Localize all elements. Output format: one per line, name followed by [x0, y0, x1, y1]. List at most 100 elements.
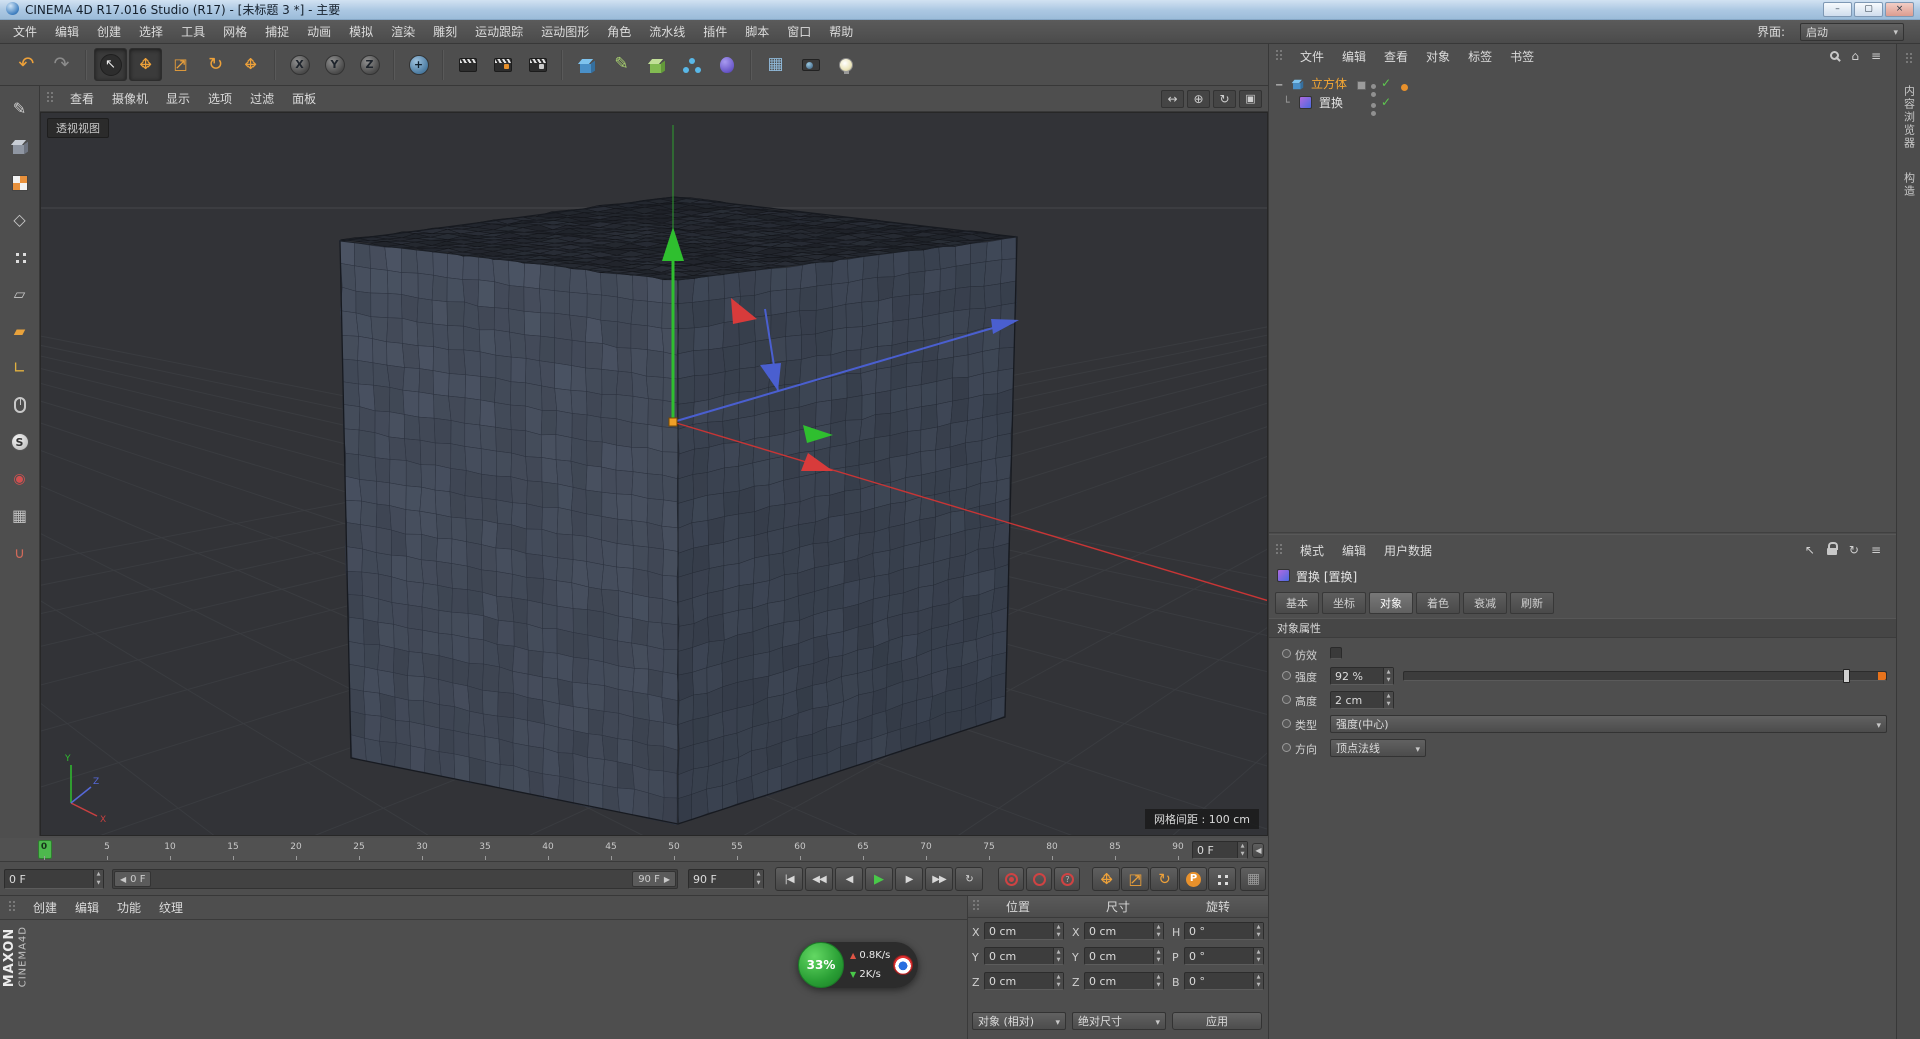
- viewport-menu-4[interactable]: 过滤: [241, 87, 283, 110]
- om-menu-3[interactable]: 对象: [1417, 45, 1459, 68]
- coord-field-0-2[interactable]: 0 cm▲▼: [984, 972, 1064, 990]
- record-options-button[interactable]: ?: [1054, 867, 1080, 891]
- magnet-button[interactable]: ∪: [5, 538, 35, 568]
- solo-button[interactable]: ◉: [5, 464, 35, 494]
- rotate-view-button[interactable]: ↻: [1213, 90, 1236, 108]
- subdivision-surface-button[interactable]: [640, 48, 673, 81]
- om-menu-5[interactable]: 书签: [1501, 45, 1543, 68]
- coord-field-2-1[interactable]: 0 °▲▼: [1184, 947, 1264, 965]
- main-menu-3[interactable]: 选择: [130, 20, 172, 43]
- dock-tab-1[interactable]: 构造: [1901, 168, 1917, 202]
- attr-tab-3[interactable]: 着色: [1416, 592, 1460, 614]
- anim-dot[interactable]: [1282, 743, 1291, 752]
- coord-field-1-0[interactable]: 0 cm▲▼: [1084, 922, 1164, 940]
- array-object-button[interactable]: [675, 48, 708, 81]
- stepper[interactable]: ▲▼: [1383, 668, 1393, 684]
- height-field[interactable]: 2 cm ▲▼: [1330, 691, 1394, 709]
- current-frame-field[interactable]: 0 F ▲▼: [4, 869, 104, 889]
- home-button[interactable]: ⌂: [1851, 49, 1859, 63]
- goto-start-button[interactable]: |◀: [775, 867, 803, 891]
- stepper[interactable]: ▲▼: [1053, 948, 1063, 964]
- panel-menu-button[interactable]: ≡: [1871, 543, 1881, 557]
- axis-x-button[interactable]: X: [283, 48, 316, 81]
- main-menu-0[interactable]: 文件: [4, 20, 46, 43]
- apply-button[interactable]: 应用: [1172, 1012, 1262, 1030]
- overlay-logo-icon[interactable]: [893, 955, 913, 975]
- refresh-button[interactable]: ↻: [1849, 543, 1859, 557]
- viewport-menu-5[interactable]: 面板: [283, 87, 325, 110]
- main-menu-16[interactable]: 脚本: [736, 20, 778, 43]
- am-menu-2[interactable]: 用户数据: [1375, 539, 1441, 562]
- axis-mode-button[interactable]: ∟: [5, 353, 35, 383]
- timeline-range-slider[interactable]: ◀0 F 90 F▶: [112, 869, 678, 889]
- material-menu-1[interactable]: 编辑: [66, 896, 108, 919]
- main-menu-12[interactable]: 运动图形: [532, 20, 598, 43]
- stepper[interactable]: ▲▼: [1253, 948, 1263, 964]
- texture-mode-button[interactable]: [5, 168, 35, 198]
- coordinate-system-button[interactable]: +: [402, 48, 435, 81]
- stepper[interactable]: ▲▼: [1053, 923, 1063, 939]
- main-menu-5[interactable]: 网格: [214, 20, 256, 43]
- make-editable-button[interactable]: ✎: [5, 94, 35, 124]
- om-menu-0[interactable]: 文件: [1291, 45, 1333, 68]
- next-frame-button[interactable]: ▶: [895, 867, 923, 891]
- stepper[interactable]: ▲▼: [753, 870, 763, 888]
- title-bar[interactable]: CINEMA 4D R17.016 Studio (R17) - [未标题 3 …: [0, 0, 1920, 20]
- coord-field-1-1[interactable]: 0 cm▲▼: [1084, 947, 1164, 965]
- autokey-button[interactable]: [1026, 867, 1052, 891]
- main-menu-17[interactable]: 窗口: [778, 20, 820, 43]
- camera-object-button[interactable]: [794, 48, 827, 81]
- direction-dropdown[interactable]: 顶点法线▾: [1330, 739, 1426, 757]
- object-row-displacer[interactable]: └ 置换 ✓: [1269, 93, 1889, 112]
- key-pla-button[interactable]: [1208, 867, 1236, 891]
- stepper[interactable]: ▲▼: [1253, 973, 1263, 989]
- stepper[interactable]: ▲▼: [1153, 948, 1163, 964]
- axis-y-button[interactable]: Y: [318, 48, 351, 81]
- main-menu-11[interactable]: 运动跟踪: [466, 20, 532, 43]
- om-menu-2[interactable]: 查看: [1375, 45, 1417, 68]
- points-mode-button[interactable]: [5, 242, 35, 272]
- viewport-menu-1[interactable]: 摄像机: [103, 87, 157, 110]
- stepper[interactable]: ▲▼: [1153, 973, 1163, 989]
- render-settings-button[interactable]: [521, 48, 554, 81]
- coord-field-1-2[interactable]: 0 cm▲▼: [1084, 972, 1164, 990]
- scale-tool-button[interactable]: □↗: [164, 48, 197, 81]
- keyframe-panel-button[interactable]: ▦: [1240, 867, 1266, 891]
- snap-button[interactable]: S: [5, 427, 35, 457]
- toggle-views-button[interactable]: ▣: [1239, 90, 1262, 108]
- next-key-button[interactable]: ▶▶: [925, 867, 953, 891]
- material-menu-0[interactable]: 创建: [24, 896, 66, 919]
- stepper[interactable]: ▲▼: [1253, 923, 1263, 939]
- search-button[interactable]: [1830, 49, 1839, 63]
- emulation-checkbox[interactable]: [1330, 647, 1342, 659]
- attr-tab-4[interactable]: 衰减: [1463, 592, 1507, 614]
- om-menu-4[interactable]: 标签: [1459, 45, 1501, 68]
- dock-tab-0[interactable]: 内容浏览器: [1901, 81, 1917, 154]
- main-menu-18[interactable]: 帮助: [820, 20, 862, 43]
- type-dropdown[interactable]: 强度(中心)▾: [1330, 715, 1887, 733]
- anim-dot[interactable]: [1282, 649, 1291, 658]
- viewport-menu-3[interactable]: 选项: [199, 87, 241, 110]
- object-row-cube[interactable]: − 立方体 ✓: [1269, 74, 1889, 93]
- material-menu-3[interactable]: 纹理: [150, 896, 192, 919]
- play-button[interactable]: ▶: [865, 867, 893, 891]
- interface-dropdown[interactable]: 启动▾: [1800, 23, 1904, 41]
- attr-tab-5[interactable]: 刷新: [1510, 592, 1554, 614]
- axis-z-button[interactable]: Z: [353, 48, 386, 81]
- enable-axis-button[interactable]: [5, 390, 35, 420]
- main-menu-2[interactable]: 创建: [88, 20, 130, 43]
- freehand-spline-button[interactable]: ✎: [605, 48, 638, 81]
- stepper[interactable]: ▲▼: [1383, 692, 1393, 708]
- timeline-ruler[interactable]: 0 F ▲▼ ◀ 0510152025303540455055606570758…: [0, 838, 1268, 862]
- slider-handle[interactable]: [1843, 669, 1850, 683]
- coord-field-0-1[interactable]: 0 cm▲▼: [984, 947, 1064, 965]
- attr-tab-0[interactable]: 基本: [1275, 592, 1319, 614]
- object-properties-section[interactable]: 对象属性: [1269, 618, 1897, 638]
- anim-dot[interactable]: [1282, 671, 1291, 680]
- panel-menu-button[interactable]: ≡: [1871, 49, 1881, 63]
- model-mode-button[interactable]: [5, 131, 35, 161]
- memory-ball[interactable]: 33%: [798, 942, 844, 988]
- add-cube-button[interactable]: [570, 48, 603, 81]
- viewport-menu-0[interactable]: 查看: [61, 87, 103, 110]
- loop-button[interactable]: ↻: [955, 867, 983, 891]
